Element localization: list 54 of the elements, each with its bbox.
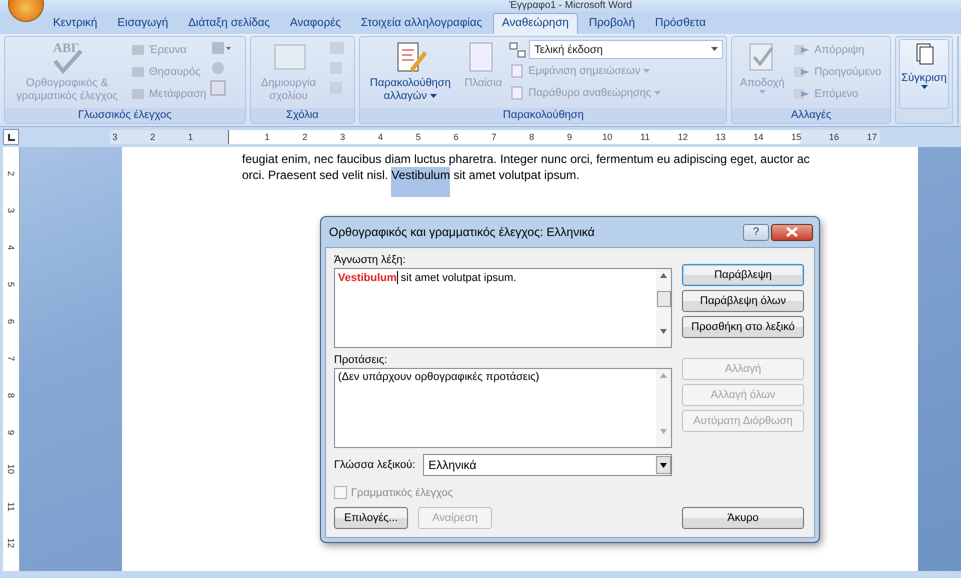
dialog-button[interactable]: Επιλογές... — [334, 507, 408, 529]
caret-icon — [643, 68, 650, 74]
ribbon-tab[interactable]: Κεντρική — [44, 13, 106, 34]
tool-icon — [130, 43, 146, 57]
markup-icon — [509, 42, 528, 58]
language-dropdown[interactable]: Ελληνικά — [423, 454, 672, 476]
dialog-title: Ορθογραφικός και γραμματικός έλεγχος: Ελληνικά — [328, 225, 596, 239]
tool-icon — [130, 87, 146, 101]
document-icon — [509, 86, 526, 100]
group-label: Σχόλια — [250, 108, 354, 123]
caret-icon — [920, 85, 928, 90]
group-label: Παρακολούθηση — [360, 108, 726, 123]
field-label: Γλώσσα λεξικού: — [334, 459, 416, 471]
ribbon-tab[interactable]: Στοιχεία αλληλογραφίας — [352, 13, 492, 34]
caret-icon — [654, 90, 662, 96]
group-label: Γλωσσικός έλεγχος — [5, 108, 245, 123]
ribbon-tab[interactable]: Αναθεώρηση — [493, 13, 578, 34]
help-button[interactable]: ? — [743, 224, 769, 240]
vertical-ruler: 2 3 4 5 6 7 8 9 10 11 12 — [3, 147, 20, 571]
tab-selector[interactable] — [3, 129, 19, 145]
dialog-button[interactable]: Παράβλεψη όλων — [682, 290, 804, 312]
horizontal-ruler: 3 2 1 1 2 3 4 5 6 7 8 9 10 11 12 13 14 15 16 17 — [110, 130, 880, 144]
caret-icon — [758, 90, 766, 95]
tool-icon — [130, 65, 146, 79]
caret-icon — [430, 94, 437, 99]
close-icon — [786, 227, 798, 237]
document-icon — [509, 64, 526, 78]
compare-button[interactable]: Σύγκριση — [899, 39, 949, 109]
field-label: Προτάσεις: — [334, 354, 388, 366]
ribbon-tab[interactable]: Πρόσθετα — [646, 13, 715, 34]
unknown-word-field[interactable]: Vestibulum sit amet volutpat ipsum. — [334, 268, 672, 348]
caret-icon — [660, 462, 667, 468]
scrollbar[interactable] — [656, 269, 671, 347]
arrow-page-icon — [793, 87, 812, 101]
dialog-button[interactable]: Παράβλεψη — [682, 264, 804, 286]
scrollbar-thumb[interactable] — [656, 291, 670, 307]
arrow-page-icon — [793, 65, 812, 79]
dropdown-button[interactable] — [656, 456, 671, 474]
document-text: orci. Praesent sed velit nisl. Vestibulum sit amet volutpat ipsum. — [242, 167, 918, 197]
ribbon-tab[interactable]: Προβολή — [580, 13, 644, 34]
suggestions-list[interactable]: (Δεν υπάρχουν ορθογραφικές προτάσεις) — [334, 368, 672, 448]
ribbon-tab[interactable]: Εισαγωγή — [108, 13, 178, 34]
cancel-button[interactable]: Άκυρο — [682, 507, 804, 529]
ribbon-tab[interactable]: Διάταξη σελίδας — [179, 13, 279, 34]
arrow-page-icon — [793, 43, 812, 57]
track-changes-button[interactable]: Παρακολούθηση αλλαγών — [363, 39, 458, 106]
group-label: Αλλαγές — [732, 108, 890, 123]
document-text: feugiat enim, nec faucibus diam luctus pharetra. Integer nunc orci, fermentum eu adipiscing eget, auctor ac — [242, 151, 811, 167]
dialog-button[interactable]: Προσθήκη στο λεξικό — [682, 316, 804, 338]
ribbon-tab[interactable]: Αναφορές — [280, 13, 350, 34]
display-dropdown[interactable]: Τελική έκδοση — [529, 40, 724, 59]
window-title: Έγγραφο1 - Microsoft Word — [509, 0, 632, 12]
close-button[interactable] — [771, 224, 813, 240]
field-label: Άγνωστη λέξη: — [334, 254, 407, 266]
